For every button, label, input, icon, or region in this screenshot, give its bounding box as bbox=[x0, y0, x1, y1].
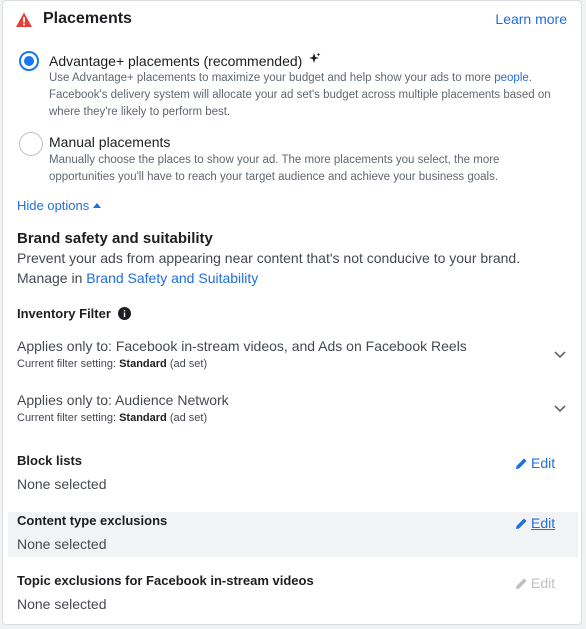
manual-placements-radio[interactable] bbox=[19, 132, 43, 156]
block-lists-edit-button[interactable]: Edit bbox=[515, 455, 555, 471]
caret-up-icon bbox=[93, 203, 102, 209]
chevron-down-icon[interactable] bbox=[553, 404, 567, 414]
people-link[interactable]: people bbox=[494, 72, 529, 84]
pencil-icon bbox=[516, 578, 527, 589]
sparkle-icon bbox=[309, 52, 321, 63]
warning-icon bbox=[16, 12, 32, 27]
hide-options-toggle[interactable]: Hide options bbox=[17, 198, 102, 213]
block-lists-value: None selected bbox=[17, 476, 107, 492]
pencil-icon bbox=[516, 518, 527, 529]
inventory-filter-title: Inventory Filter bbox=[17, 306, 131, 321]
pencil-icon bbox=[516, 458, 527, 469]
brand-safety-description: Prevent your ads from appearing near con… bbox=[17, 250, 521, 266]
section-title: Placements bbox=[43, 10, 132, 27]
chevron-down-icon[interactable] bbox=[553, 350, 567, 360]
brand-safety-link[interactable]: Brand Safety and Suitability bbox=[86, 270, 258, 286]
inventory-applies-text: Applies only to: Audience Network bbox=[17, 392, 229, 408]
block-lists-title: Block lists bbox=[17, 453, 83, 468]
info-icon[interactable] bbox=[117, 307, 131, 320]
inventory-applies-text: Applies only to: Facebook in-stream vide… bbox=[17, 338, 467, 354]
content-type-exclusions-value: None selected bbox=[17, 536, 107, 552]
topic-exclusions-value: None selected bbox=[17, 596, 107, 612]
inventory-filter-row[interactable]: Applies only to: Facebook in-stream vide… bbox=[3, 335, 581, 375]
advantage-placements-label[interactable]: Advantage+ placements (recommended) bbox=[49, 52, 321, 69]
advantage-placements-description: Use Advantage+ placements to maximize yo… bbox=[49, 72, 551, 118]
learn-more-link[interactable]: Learn more bbox=[495, 11, 567, 27]
inventory-filter-row[interactable]: Applies only to: Audience Network Curren… bbox=[3, 389, 581, 429]
topic-exclusions-title: Topic exclusions for Facebook in-stream … bbox=[17, 573, 314, 588]
manual-placements-description: Manually choose the places to show your … bbox=[49, 154, 500, 183]
placements-card: Placements Learn more Advantage+ placeme… bbox=[2, 0, 582, 625]
brand-safety-manage: Manage in Brand Safety and Suitability bbox=[17, 270, 259, 286]
content-type-edit-button[interactable]: Edit bbox=[515, 515, 555, 531]
brand-safety-title: Brand safety and suitability bbox=[17, 230, 213, 247]
manual-placements-label[interactable]: Manual placements bbox=[49, 134, 170, 150]
topic-exclusions-edit-button[interactable]: Edit bbox=[515, 575, 555, 591]
inventory-current-setting: Current filter setting: Standard (ad set… bbox=[17, 358, 208, 370]
inventory-current-setting: Current filter setting: Standard (ad set… bbox=[17, 412, 208, 424]
content-type-exclusions-title: Content type exclusions bbox=[17, 513, 168, 528]
advantage-placements-radio[interactable] bbox=[19, 51, 39, 71]
